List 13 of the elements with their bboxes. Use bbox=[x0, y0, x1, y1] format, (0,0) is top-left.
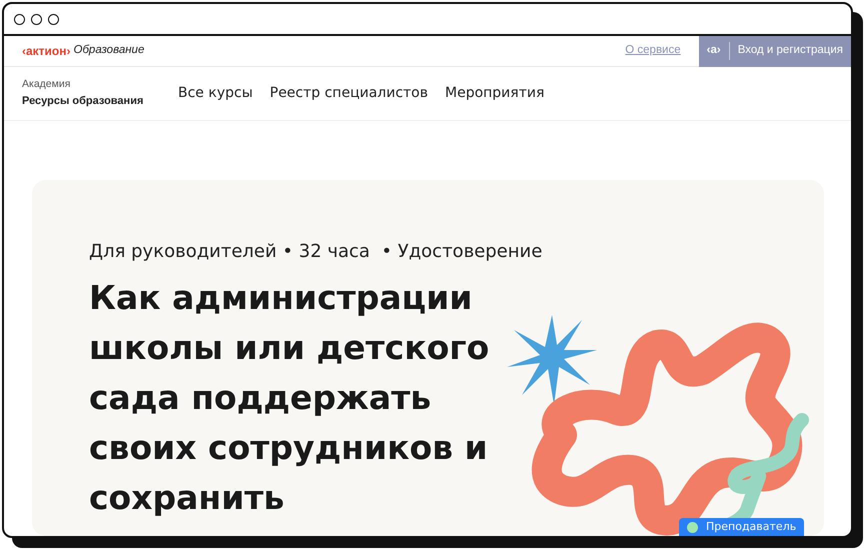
float-button[interactable]: Преподаватель bbox=[679, 518, 804, 536]
nav-link[interactable]: Все курсы bbox=[178, 83, 253, 104]
logo-brand[interactable]: ‹актион› bbox=[22, 42, 71, 60]
window-control-icon[interactable] bbox=[14, 14, 25, 24]
nav-link[interactable]: Мероприятия bbox=[445, 83, 544, 104]
course-title: Как администрации школы или детского сада поддержать своих сотрудников и сохранить bbox=[89, 277, 490, 519]
window-control-icon[interactable] bbox=[31, 14, 42, 24]
course-meta: Для руководителей • 32 часа • Удостоверение bbox=[89, 240, 544, 264]
window-control-icon[interactable] bbox=[48, 14, 59, 24]
academy-name[interactable]: Ресурсы образования bbox=[22, 93, 178, 110]
logo-product: Образование bbox=[74, 43, 144, 58]
nav-link[interactable]: Реестр специалистов bbox=[270, 83, 428, 104]
academy-label: Академия bbox=[22, 77, 72, 92]
